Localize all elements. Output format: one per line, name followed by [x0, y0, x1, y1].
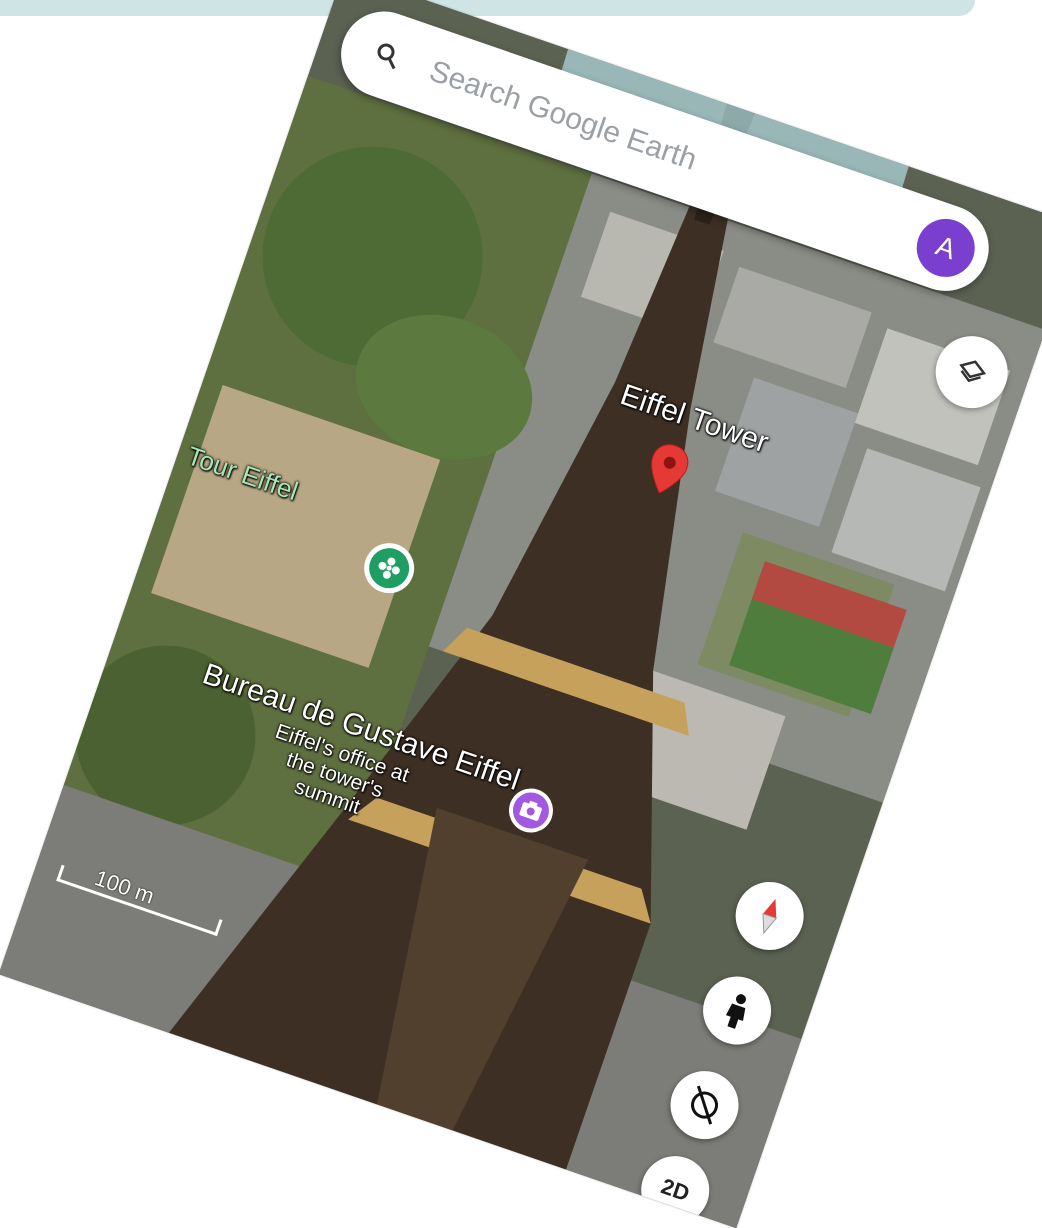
rotate-icon	[691, 1085, 719, 1125]
account-avatar[interactable]: A	[908, 211, 983, 285]
search-icon	[371, 39, 404, 72]
earth-app-screen: Search Google Earth A Eiffel Tower Tour …	[0, 0, 1042, 1228]
compass-icon	[762, 898, 778, 935]
stage: Search Google Earth A Eiffel Tower Tour …	[0, 0, 1042, 1228]
pegman-icon	[725, 994, 746, 1029]
layers-icon	[959, 360, 987, 383]
flower-icon	[363, 542, 415, 594]
